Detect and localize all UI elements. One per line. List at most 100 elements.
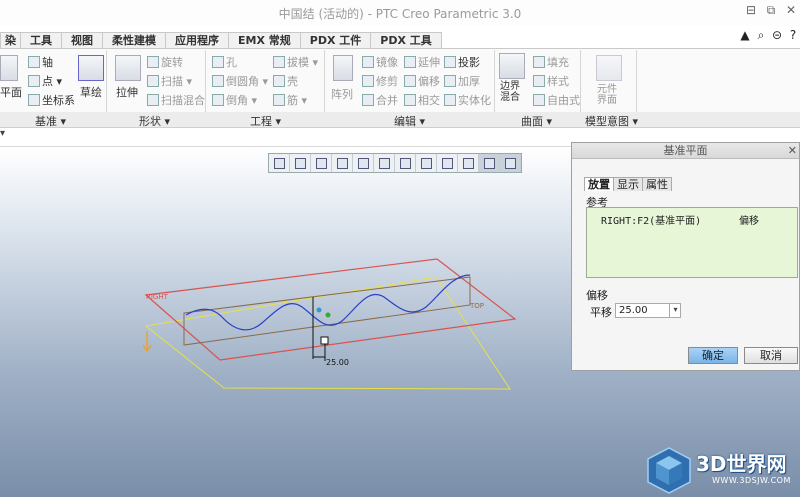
project-icon [444,56,456,68]
thicken-button[interactable]: 加厚 [444,73,480,89]
dialog-close-icon[interactable]: ✕ [788,144,797,157]
ok-button[interactable]: 确定 [688,347,738,364]
draft-icon [273,56,285,68]
offset-button[interactable]: 偏移 [404,73,440,89]
sketch-icon[interactable] [78,55,104,81]
boundary-blend-icon[interactable] [499,53,525,79]
axis-button[interactable]: 轴 [28,54,53,70]
intersect-button[interactable]: 相交 [404,92,440,108]
offset-label: 偏移 [586,289,608,302]
title-bar: 中国结 (活动的) - PTC Creo Parametric 3.0 ⊟ ⧉ … [0,0,800,26]
extrude-button[interactable]: 拉伸 [116,84,138,100]
ribbon-group-bar: 基准 ▾ 形状 ▾ 工程 ▾ 编辑 ▾ 曲面 ▾ 模型意图 ▾ [0,112,800,128]
extend-button[interactable]: 延伸 [404,54,440,70]
group-model-intent[interactable]: 模型意图 ▾ [585,113,638,129]
thicken-icon [444,75,456,87]
fill-button[interactable]: 填充 [533,54,569,70]
community-icon[interactable]: ⊝ [770,28,784,43]
project-button[interactable]: 投影 [444,54,480,70]
tab-flexible-modeling[interactable]: 柔性建模 [102,32,166,48]
chamfer-icon [212,94,224,106]
top-datum-plane[interactable] [183,276,471,346]
offset-icon [404,75,416,87]
round-button[interactable]: 倒圆角 ▾ [212,73,268,89]
help-icon[interactable]: ? [786,28,800,43]
drag-handle[interactable] [320,336,329,345]
freestyle-button[interactable]: 自由式 [533,92,580,108]
pattern-button[interactable]: 阵列 [331,86,353,102]
watermark-brand: 3D世界网 [696,452,787,476]
boundary-blend-button[interactable]: 边界混合 [500,81,522,103]
swept-blend-icon [147,94,159,106]
minimize-icon[interactable]: ⊟ [742,3,760,17]
freestyle-icon [533,94,545,106]
tab-pdx-tools[interactable]: PDX 工具 [370,32,442,48]
cube-logo-icon [647,447,691,494]
mirror-button[interactable]: 镜像 [362,54,398,70]
tab-display[interactable]: 显示 [613,177,643,191]
csys-marker [316,307,322,313]
dialog-title: 基准平面 [572,143,799,159]
tab-tools[interactable]: 工具 [20,32,62,48]
reference-constraint[interactable]: 偏移 [739,212,759,227]
hole-icon [212,56,224,68]
point-icon [28,75,40,87]
extrude-icon[interactable] [115,55,141,81]
tab-placement[interactable]: 放置 [584,177,614,191]
offset-dimension-label[interactable]: 25.00 [326,358,349,367]
front-datum-plane[interactable] [144,276,511,390]
group-edit[interactable]: 编辑 ▾ [394,113,425,129]
search-icon[interactable]: ⌕ [754,28,768,43]
ribbon-tabs: 染 工具 视图 柔性建模 应用程序 EMX 常规 PDX 工件 PDX 工具 [0,32,442,48]
revolve-icon [147,56,159,68]
tab-emx[interactable]: EMX 常规 [228,32,301,48]
intersect-icon [404,94,416,106]
component-interface-button[interactable]: 元件界面 [597,84,621,106]
merge-icon [362,94,374,106]
references-list[interactable]: RIGHT:F2(基准平面) 偏移 [586,207,798,278]
group-datum[interactable]: 基准 ▾ [35,113,66,129]
csys-button[interactable]: 坐标系 [28,92,75,108]
trim-button[interactable]: 修剪 [362,73,398,89]
model-graphics: 25.00 RIGHT TOP [142,258,517,390]
draft-button[interactable]: 拔模 ▾ [273,54,318,70]
restore-icon[interactable]: ⧉ [762,3,780,18]
sine-curve[interactable] [185,274,471,331]
point-button[interactable]: 点 ▾ [28,73,62,89]
pattern-icon[interactable] [333,55,353,81]
dialog-tabs: 放置 显示 属性 [584,177,672,191]
tab-pdx-workpiece[interactable]: PDX 工件 [299,32,372,48]
group-surfaces[interactable]: 曲面 ▾ [521,113,552,129]
group-shape[interactable]: 形状 ▾ [139,113,170,129]
hole-button[interactable]: 孔 [212,54,237,70]
merge-button[interactable]: 合并 [362,92,398,108]
chamfer-button[interactable]: 倒角 ▾ [212,92,257,108]
tab-applications[interactable]: 应用程序 [165,32,229,48]
reference-name[interactable]: RIGHT:F2(基准平面) [601,212,701,227]
plane-button[interactable]: 平面 [0,84,22,100]
shell-button[interactable]: 壳 [273,73,298,89]
tab-properties[interactable]: 属性 [642,177,672,191]
ribbon: 平面 轴 点 ▾ 坐标系 草绘 拉伸 旋转 扫描 ▾ 扫描混合 孔 倒圆角 ▾ … [0,48,800,112]
cancel-button[interactable]: 取消 [744,347,798,364]
component-interface-icon[interactable] [596,55,622,81]
plane-icon[interactable] [0,55,18,81]
sketch-button[interactable]: 草绘 [80,84,102,100]
right-plane-label: RIGHT [146,293,169,301]
solidify-button[interactable]: 实体化 [444,92,491,108]
close-icon[interactable]: ✕ [782,3,800,17]
swept-blend-button[interactable]: 扫描混合 [147,92,205,108]
strip-chevron-icon[interactable]: ▾ [0,128,5,139]
round-icon [212,75,224,87]
translate-dropdown-icon[interactable]: ▾ [669,303,681,318]
tab-view[interactable]: 视图 [61,32,103,48]
collapse-ribbon-icon[interactable]: ▲ [738,28,752,43]
top-right-icons: ▲ ⌕ ⊝ ? [738,28,800,43]
rib-button[interactable]: 筋 ▾ [273,92,307,108]
sweep-button[interactable]: 扫描 ▾ [147,73,192,89]
tab-render[interactable]: 染 [0,32,21,48]
watermark-url: WWW.3DSJW.COM [712,476,791,485]
style-button[interactable]: 样式 [533,73,569,89]
revolve-button[interactable]: 旋转 [147,54,183,70]
group-engineering[interactable]: 工程 ▾ [250,113,281,129]
